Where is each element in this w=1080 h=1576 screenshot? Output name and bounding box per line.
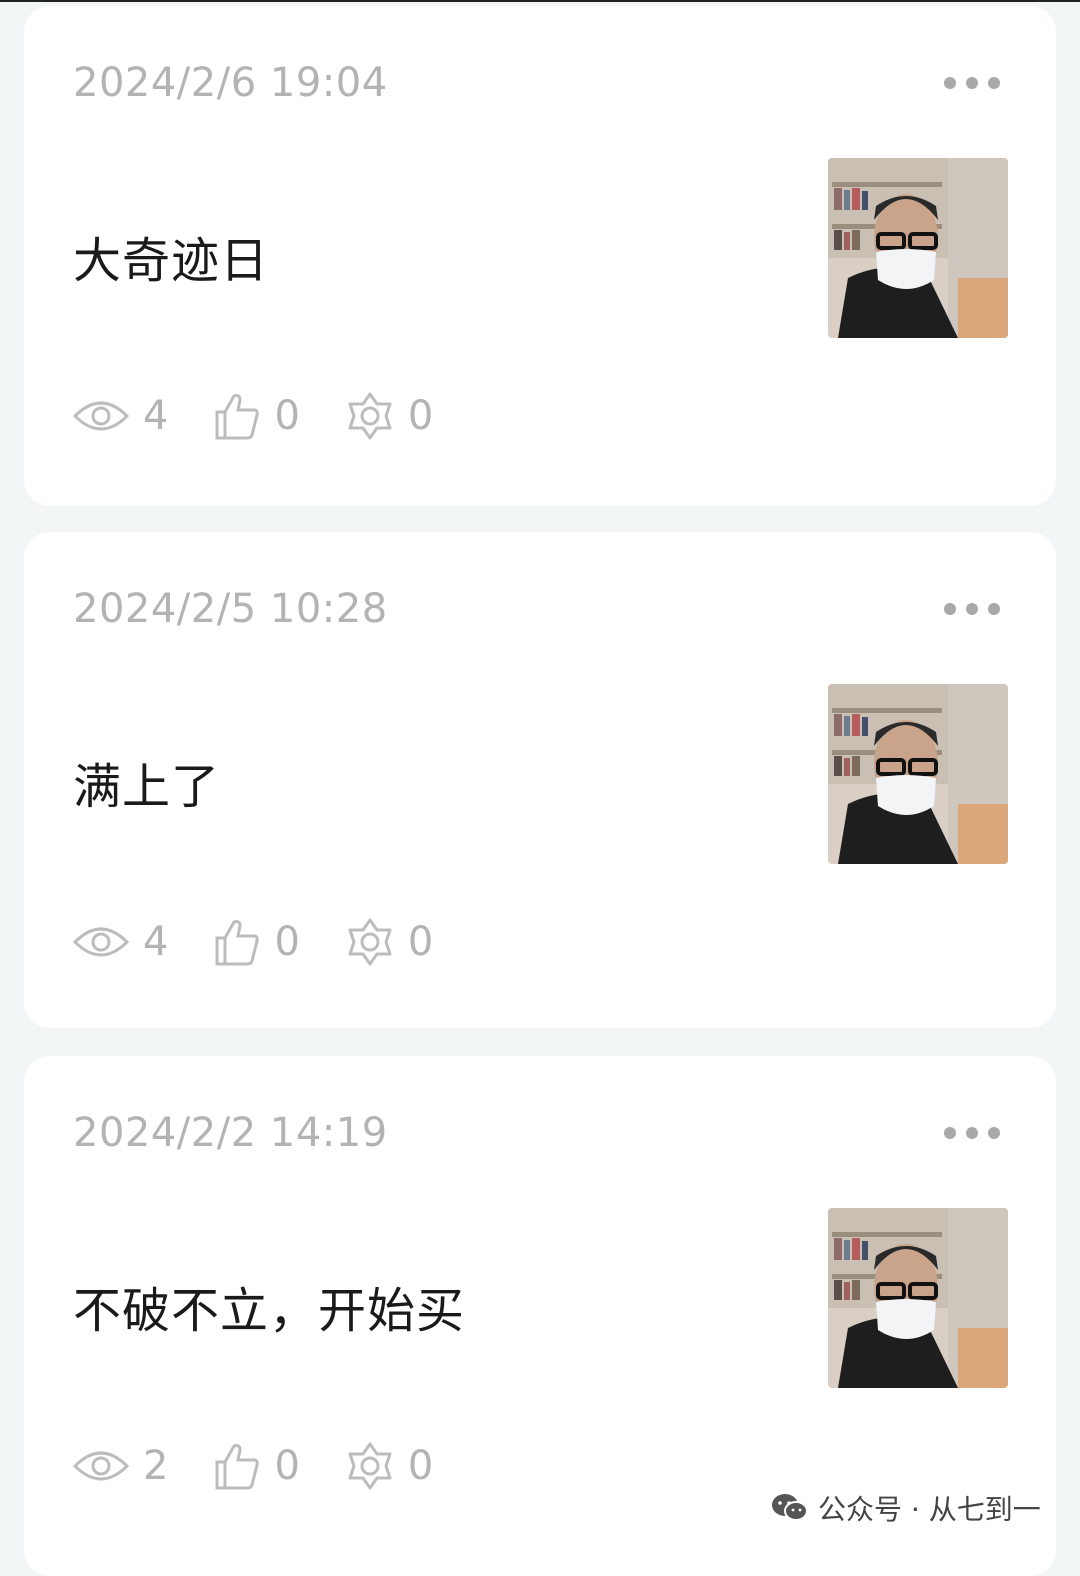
eye-icon: [73, 401, 129, 431]
post-date: 2024/2/5 10:28: [73, 586, 388, 632]
post-text[interactable]: 满上了: [73, 747, 220, 817]
thumbs-up-icon[interactable]: [214, 1442, 260, 1490]
post-image[interactable]: [828, 158, 1008, 338]
view-stat: 4: [73, 393, 168, 439]
view-count: 4: [143, 393, 169, 439]
like-count: 0: [274, 1443, 300, 1489]
post-image[interactable]: [828, 1208, 1008, 1388]
like-count: 0: [274, 919, 300, 965]
share-star-icon[interactable]: [346, 918, 394, 966]
share-stat[interactable]: 0: [346, 392, 433, 440]
eye-icon: [73, 1451, 129, 1481]
more-dots-icon[interactable]: [944, 76, 1000, 90]
watermark: 公众号 · 从七到一: [770, 1488, 1041, 1528]
thumbs-up-icon[interactable]: [214, 392, 260, 440]
share-stat[interactable]: 0: [346, 918, 433, 966]
like-stat[interactable]: 0: [214, 1442, 300, 1490]
like-count: 0: [274, 393, 300, 439]
wechat-icon: [772, 1494, 808, 1521]
watermark-text: 公众号 · 从七到一: [818, 1493, 1041, 1526]
like-stat[interactable]: 0: [214, 392, 300, 440]
post-stats: 4 0 0: [73, 914, 479, 970]
view-count: 2: [143, 1443, 169, 1489]
like-stat[interactable]: 0: [214, 918, 300, 966]
post-text[interactable]: 大奇迹日: [73, 221, 269, 291]
post-card[interactable]: 2024/2/6 19:04 大奇迹日 4 0 0: [24, 6, 1056, 506]
more-dots-icon[interactable]: [944, 1126, 1000, 1140]
post-date: 2024/2/6 19:04: [73, 60, 388, 106]
post-stats: 4 0 0: [73, 388, 479, 444]
share-count: 0: [407, 393, 434, 439]
post-image[interactable]: [828, 684, 1008, 864]
view-stat: 4: [73, 919, 168, 965]
share-star-icon[interactable]: [346, 1442, 394, 1490]
view-count: 4: [143, 919, 169, 965]
share-stat[interactable]: 0: [346, 1442, 433, 1490]
eye-icon: [73, 927, 129, 957]
more-dots-icon[interactable]: [944, 602, 1000, 616]
share-star-icon[interactable]: [346, 392, 394, 440]
post-date: 2024/2/2 14:19: [73, 1110, 388, 1156]
post-card[interactable]: 2024/2/5 10:28 满上了 4 0 0: [24, 532, 1056, 1028]
thumbs-up-icon[interactable]: [214, 918, 260, 966]
share-count: 0: [407, 919, 434, 965]
view-stat: 2: [73, 1443, 168, 1489]
top-divider: [0, 0, 1080, 2]
post-text[interactable]: 不破不立，开始买: [73, 1271, 465, 1341]
post-stats: 2 0 0: [73, 1438, 479, 1494]
share-count: 0: [407, 1443, 434, 1489]
